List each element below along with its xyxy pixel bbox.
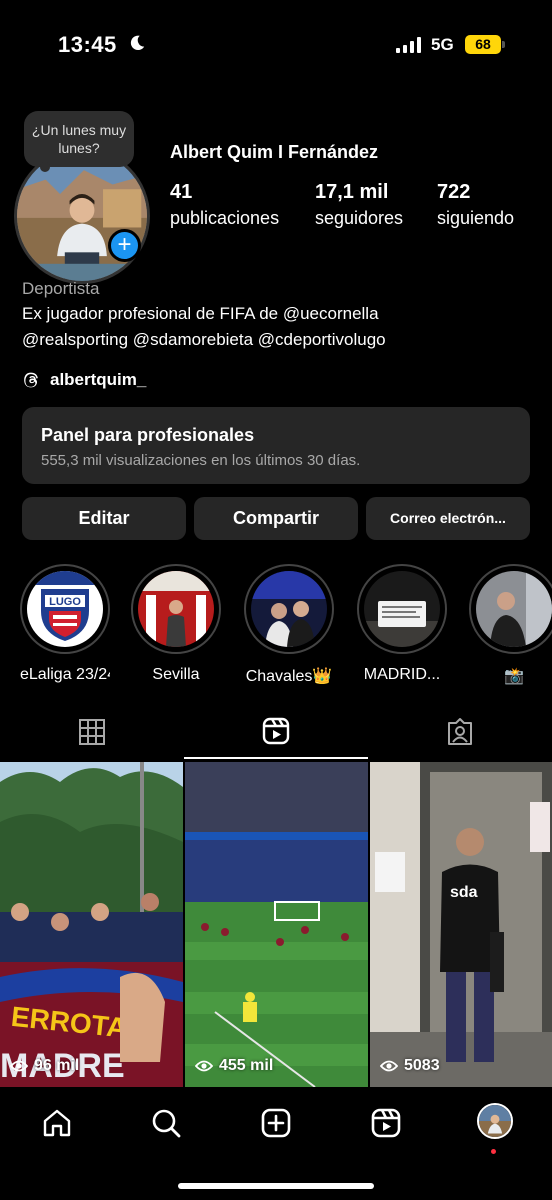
highlight-item[interactable]: Chavales👑 <box>244 564 334 686</box>
highlight-label: Sevilla <box>152 666 200 683</box>
moon-icon <box>130 35 145 51</box>
view-count: 455 mil <box>195 1057 273 1075</box>
network-type: 5G <box>431 35 454 54</box>
reel-thumbnail[interactable]: sda 5083 <box>370 762 552 1087</box>
reels-icon <box>262 717 290 745</box>
profile-note[interactable]: ¿Un lunes muy lunes? <box>24 111 134 167</box>
note-tail <box>40 162 50 172</box>
highlight-cover <box>138 571 214 647</box>
email-button[interactable]: Correo electrón... <box>366 497 530 540</box>
tab-tagged[interactable] <box>368 705 552 759</box>
highlight-ring <box>244 564 334 654</box>
view-count-text: 455 mil <box>219 1057 274 1074</box>
highlight-ring <box>131 564 221 654</box>
stat-followers[interactable]: 17,1 mil seguidores <box>315 181 403 229</box>
highlight-label: eLaliga 23/24 <box>20 666 110 683</box>
highlight-ring: LUGO <box>20 564 110 654</box>
highlight-cover <box>364 571 440 647</box>
search-icon <box>152 1109 181 1138</box>
stat-label: siguiendo <box>437 208 515 228</box>
nav-create[interactable] <box>256 1103 296 1143</box>
highlight-cover <box>476 571 552 647</box>
nav-home[interactable] <box>37 1103 77 1143</box>
highlight-photo <box>138 571 214 647</box>
bio-line: @realsporting @sdamorebieta @cdeportivol… <box>22 330 386 349</box>
home-icon <box>43 1109 71 1137</box>
reel-thumbnail[interactable]: ERROTA MADRE 96 mil <box>0 762 183 1087</box>
create-icon <box>261 1108 291 1138</box>
dashboard-title: Panel para profesionales <box>41 425 255 445</box>
professional-dashboard[interactable]: Panel para profesionales 555,3 mil visua… <box>22 407 530 484</box>
notification-dot <box>491 1149 496 1154</box>
highlight-photo <box>476 571 552 647</box>
reel-image: sda <box>370 762 552 1087</box>
battery-cap <box>502 41 505 48</box>
reel-image: ERROTA MADRE <box>0 762 183 1087</box>
highlight-label: MADRID... <box>363 666 441 683</box>
view-count: 96 mil <box>10 1057 79 1075</box>
eye-icon <box>10 1060 28 1072</box>
status-time: 13:45 <box>58 32 117 57</box>
tab-reels[interactable] <box>184 705 368 759</box>
battery-indicator: 68 <box>465 35 501 54</box>
tagged-icon <box>448 718 472 745</box>
stat-value: 41 <box>170 181 193 203</box>
stat-value: 17,1 mil <box>315 181 389 203</box>
eye-icon <box>380 1060 398 1072</box>
highlight-item[interactable]: LUGO eLaliga 23/24 <box>20 564 110 684</box>
nav-search[interactable] <box>146 1103 186 1143</box>
dashboard-subtitle: 555,3 mil visualizaciones en los últimos… <box>41 452 361 469</box>
threads-link[interactable]: albertquim_ <box>22 368 146 392</box>
eye-icon <box>195 1060 213 1072</box>
highlight-item[interactable]: Sevilla <box>131 564 221 684</box>
lugo-crest-icon: LUGO <box>27 571 103 647</box>
highlight-cover: LUGO <box>27 571 103 647</box>
svg-text:sda: sda <box>450 884 478 901</box>
profile-bio: Ex jugador profesional de FIFA de @uecor… <box>22 301 542 353</box>
plus-icon: + <box>117 231 132 258</box>
stat-label: publicaciones <box>170 208 280 228</box>
reels-icon <box>371 1108 401 1138</box>
stat-posts[interactable]: 41 publicaciones <box>170 181 279 229</box>
highlight-label: Chavales👑 <box>245 668 333 685</box>
view-count-text: 96 mil <box>34 1057 80 1074</box>
highlight-photo <box>251 571 327 647</box>
nav-reels[interactable] <box>366 1103 406 1143</box>
add-story-button[interactable]: + <box>108 229 141 262</box>
highlight-item[interactable]: 📸 <box>469 564 552 686</box>
stat-label: seguidores <box>315 208 404 228</box>
reel-image <box>185 762 368 1087</box>
reel-thumbnail[interactable]: 455 mil <box>185 762 368 1087</box>
tab-grid[interactable] <box>0 705 184 759</box>
highlight-cover <box>251 571 327 647</box>
profile-name: Albert Quim I Fernández <box>170 142 379 162</box>
highlight-item[interactable]: MADRID... <box>357 564 447 684</box>
grid-icon <box>79 719 105 745</box>
view-count-text: 5083 <box>404 1057 440 1074</box>
highlight-ring <box>357 564 447 654</box>
status-bar: 13:45 5G 68 <box>0 0 552 90</box>
threads-icon <box>24 372 38 388</box>
highlight-photo <box>364 571 440 647</box>
highlight-label: 📸 <box>504 668 524 685</box>
threads-handle: albertquim_ <box>50 370 147 389</box>
svg-text:LUGO: LUGO <box>49 596 81 608</box>
bio-line: Ex jugador profesional de FIFA de @uecor… <box>22 304 379 323</box>
avatar-photo <box>479 1105 511 1137</box>
share-profile-button[interactable]: Compartir <box>194 497 358 540</box>
stat-value: 722 <box>437 181 471 203</box>
profile-avatar[interactable] <box>14 148 150 284</box>
stat-following[interactable]: 722 siguiendo <box>437 181 514 229</box>
profile-category: Deportista <box>22 279 100 298</box>
edit-profile-button[interactable]: Editar <box>22 497 186 540</box>
highlight-ring <box>469 564 552 654</box>
home-indicator[interactable] <box>178 1183 374 1189</box>
nav-profile-avatar[interactable] <box>477 1103 513 1139</box>
signal-icon <box>396 37 421 53</box>
view-count: 5083 <box>380 1057 440 1075</box>
